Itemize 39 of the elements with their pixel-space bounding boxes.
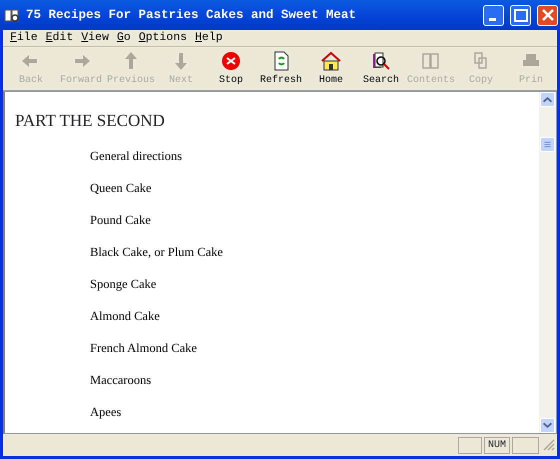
close-button[interactable] <box>537 4 558 26</box>
toolbar-button[interactable]: Home <box>306 47 356 90</box>
close-icon <box>542 9 554 21</box>
recipe-link[interactable]: Black Cake, or Plum Cake <box>90 244 223 258</box>
page-heading: PART THE SECOND <box>15 110 166 132</box>
recipe-link[interactable]: General directions <box>90 148 182 162</box>
maximize-button[interactable] <box>510 4 531 26</box>
toolbar-button[interactable]: Refresh <box>256 47 306 90</box>
resize-grip-icon[interactable] <box>541 437 555 453</box>
minimize-button[interactable] <box>483 4 504 26</box>
book-icon <box>420 51 442 71</box>
toolbar-button[interactable]: Stop <box>206 47 256 90</box>
status-indicator: NUM <box>484 436 510 454</box>
recipe-link[interactable]: French Almond Cake <box>90 340 197 354</box>
menu-item[interactable]: File <box>6 30 42 46</box>
menu-item[interactable]: Help <box>191 30 227 46</box>
recipe-link[interactable]: Pound Cake <box>90 212 151 226</box>
scroll-down-button[interactable] <box>540 418 555 433</box>
menu-item[interactable]: Go <box>112 30 135 46</box>
menu-item[interactable]: View <box>77 30 113 46</box>
search-icon <box>370 51 392 71</box>
menu-item[interactable]: Edit <box>42 30 78 46</box>
menu-item[interactable]: Options <box>134 30 192 46</box>
toolbar-button[interactable]: Search <box>356 47 406 90</box>
scroll-up-button[interactable] <box>540 92 555 107</box>
recipe-link[interactable]: Maccaroons <box>90 372 152 386</box>
minimize-icon <box>488 18 496 20</box>
stop-icon <box>220 51 242 71</box>
status-panel <box>458 436 482 454</box>
home-icon <box>320 51 342 71</box>
recipe-link[interactable]: Sponge Cake <box>90 276 156 290</box>
scroll-thumb[interactable] <box>540 137 555 152</box>
recipe-link[interactable]: Apees <box>90 404 122 418</box>
maximize-icon <box>514 8 528 22</box>
status-panel <box>512 436 539 454</box>
window-title: 75 Recipes For Pastries Cakes and Sweet Meat <box>26 6 358 24</box>
recipe-link[interactable]: Almond Cake <box>90 308 160 322</box>
recipe-link[interactable]: Queen Cake <box>90 180 152 194</box>
scrollbar[interactable] <box>539 92 556 433</box>
